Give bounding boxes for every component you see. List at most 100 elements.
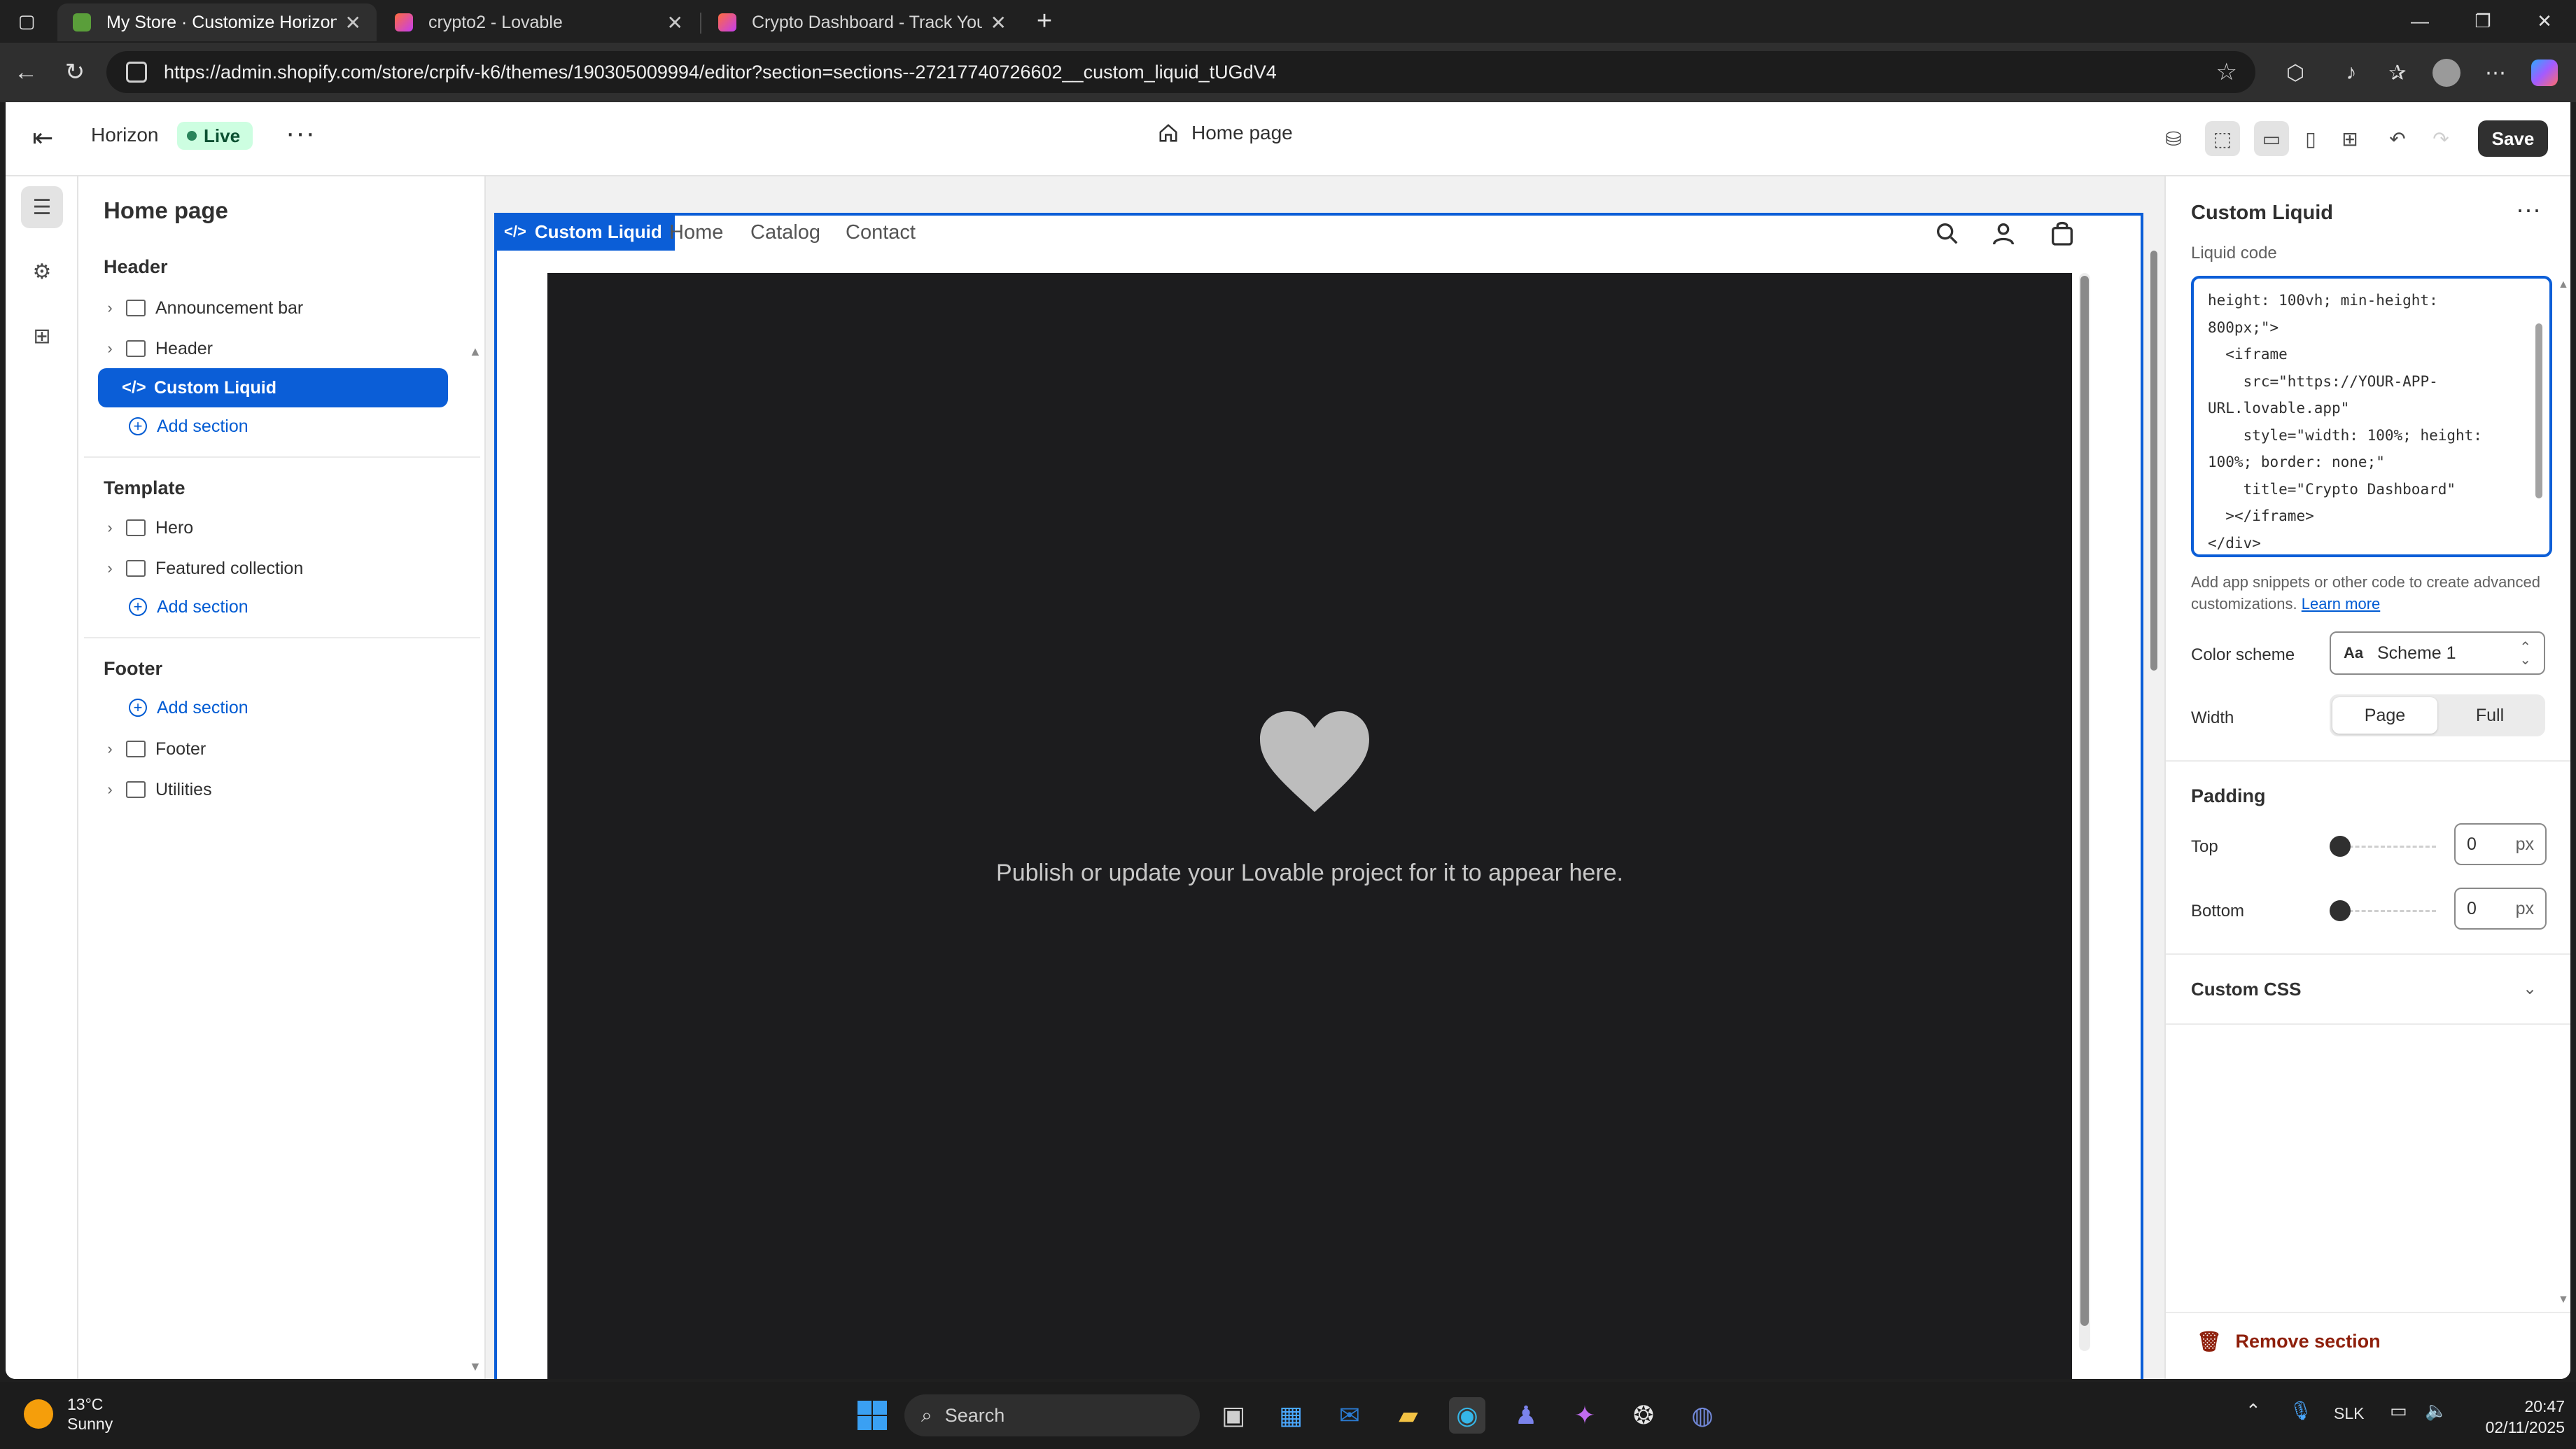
add-section-footer-button[interactable]: + Add section xyxy=(129,690,248,725)
show-hidden-icons[interactable]: ⌃ xyxy=(2246,1400,2261,1422)
language-indicator[interactable]: SLK xyxy=(2334,1404,2364,1423)
chevron-right-icon[interactable]: › xyxy=(98,780,122,799)
mobile-view-icon[interactable]: ▯ xyxy=(2293,121,2328,156)
preview-scrollbar[interactable] xyxy=(2149,197,2157,1378)
fullscreen-icon[interactable]: ⊞ xyxy=(2332,121,2367,156)
tab-lovable[interactable]: crypto2 - Lovable ✕ xyxy=(379,4,699,41)
sidebar-item-announcement-bar[interactable]: › Announcement bar xyxy=(98,288,448,328)
task-view-icon[interactable]: ▣ xyxy=(1215,1397,1252,1434)
address-bar[interactable]: https://admin.shopify.com/store/crpifv-k… xyxy=(106,51,2255,93)
add-section-template-button[interactable]: + Add section xyxy=(129,589,248,624)
remove-section-button[interactable]: 🗑 Remove section xyxy=(2197,1330,2381,1353)
start-button[interactable] xyxy=(854,1397,890,1434)
padding-bottom-input[interactable]: 0 px xyxy=(2454,888,2547,930)
scroll-up-icon[interactable]: ▲ xyxy=(469,344,482,359)
copilot-icon[interactable] xyxy=(2528,57,2561,89)
padding-bottom-slider[interactable] xyxy=(2330,900,2436,921)
chevron-right-icon[interactable]: › xyxy=(98,740,122,758)
scroll-up-icon[interactable]: ▲ xyxy=(2558,279,2569,291)
account-icon[interactable] xyxy=(1989,220,2017,248)
save-button[interactable]: Save xyxy=(2478,120,2548,157)
learn-more-link[interactable]: Learn more xyxy=(2302,595,2381,612)
section-actions-icon[interactable]: ··· xyxy=(2516,195,2541,224)
copilot-app-icon[interactable]: ✦ xyxy=(1567,1397,1603,1434)
weather-widget[interactable]: 13°C Sunny xyxy=(24,1394,113,1434)
volume-icon[interactable]: 🔈 xyxy=(2425,1400,2447,1422)
network-icon[interactable]: ▭ xyxy=(2390,1400,2407,1422)
more-menu-icon[interactable]: ⋯ xyxy=(2479,57,2512,89)
chevron-right-icon[interactable]: › xyxy=(98,559,122,578)
embed-scrollbar[interactable] xyxy=(2079,273,2090,1351)
sidebar-item-utilities[interactable]: › Utilities xyxy=(98,770,448,809)
padding-top-slider[interactable] xyxy=(2330,836,2436,857)
padding-top-input[interactable]: 0 px xyxy=(2454,823,2547,865)
close-window-icon[interactable]: ✕ xyxy=(2513,0,2576,43)
site-info-icon[interactable] xyxy=(126,62,147,83)
store-nav-contact[interactable]: Contact xyxy=(846,216,916,249)
sidebar-item-custom-liquid[interactable]: </> Custom Liquid xyxy=(98,368,448,407)
scroll-down-icon[interactable]: ▼ xyxy=(469,1359,482,1374)
tab-actions-icon[interactable]: ▢ xyxy=(0,0,53,43)
chevron-right-icon[interactable]: › xyxy=(98,519,122,537)
chevron-right-icon[interactable]: › xyxy=(98,340,122,358)
close-tab-icon[interactable]: ✕ xyxy=(990,11,1007,34)
desktop-view-icon[interactable]: ▭ xyxy=(2254,121,2289,156)
inspector-icon[interactable]: ⬚ xyxy=(2205,121,2240,156)
chevron-down-icon[interactable]: ⌄ xyxy=(2523,979,2537,999)
file-explorer-icon[interactable]: ▰ xyxy=(1390,1397,1427,1434)
tab-crypto-dashboard[interactable]: Crypto Dashboard - Track Your Po ✕ xyxy=(703,4,1022,41)
liquid-code-text[interactable]: height: 100vh; min-height: 800px;"> <ifr… xyxy=(2208,287,2530,554)
tab-shopify[interactable]: My Store · Customize Horizon · Sh ✕ xyxy=(57,4,377,41)
scroll-down-icon[interactable]: ▼ xyxy=(2558,1294,2569,1306)
width-option-full[interactable]: Full xyxy=(2437,697,2542,734)
sidebar-item-header[interactable]: › Header xyxy=(98,329,448,368)
edge-browser-icon[interactable]: ◉ xyxy=(1449,1397,1485,1434)
sidekick-icon[interactable]: ⛁ xyxy=(2156,121,2191,156)
width-option-page[interactable]: Page xyxy=(2332,697,2437,734)
theme-actions-icon[interactable]: ··· xyxy=(286,118,316,149)
new-tab-button[interactable]: + xyxy=(1015,0,1074,43)
exit-icon[interactable]: ⇤ xyxy=(32,123,53,153)
selected-section-tag[interactable]: </> Custom Liquid xyxy=(494,213,675,251)
store-nav-home[interactable]: Home xyxy=(669,216,723,249)
custom-css-toggle[interactable]: Custom CSS xyxy=(2191,979,2301,1000)
code-scrollbar[interactable] xyxy=(2534,295,2544,529)
sidebar-item-hero[interactable]: › Hero xyxy=(98,508,448,547)
page-selector[interactable]: Home page xyxy=(1158,122,1293,144)
sidebar-item-featured-collection[interactable]: › Featured collection xyxy=(98,549,448,588)
profile-avatar[interactable] xyxy=(2430,57,2463,89)
back-icon[interactable]: ← xyxy=(8,55,43,90)
reload-icon[interactable]: ↻ xyxy=(57,55,92,90)
favorites-icon[interactable]: ✰ xyxy=(2381,57,2414,89)
add-section-header-button[interactable]: + Add section xyxy=(129,409,248,444)
redo-icon[interactable]: ↷ xyxy=(2423,121,2458,156)
slider-handle[interactable] xyxy=(2330,900,2351,921)
slider-handle[interactable] xyxy=(2330,836,2351,857)
close-tab-icon[interactable]: ✕ xyxy=(667,11,683,34)
discord-app-icon[interactable]: ◍ xyxy=(1684,1397,1721,1434)
restore-icon[interactable]: ❐ xyxy=(2451,0,2514,43)
chevron-right-icon[interactable]: › xyxy=(98,299,122,317)
search-icon[interactable] xyxy=(1933,220,1961,248)
chatgpt-app-icon[interactable]: ❂ xyxy=(1625,1397,1662,1434)
sidebar-item-footer[interactable]: › Footer xyxy=(98,729,448,769)
liquid-code-editor[interactable]: height: 100vh; min-height: 800px;"> <ifr… xyxy=(2191,276,2552,557)
extension-icon[interactable]: ♪ xyxy=(2335,57,2367,89)
close-tab-icon[interactable]: ✕ xyxy=(345,11,361,34)
teams-app-icon[interactable]: ♟ xyxy=(1508,1397,1544,1434)
theme-settings-icon[interactable]: ⚙ xyxy=(21,251,63,293)
outlook-app-icon[interactable]: ✉ xyxy=(1331,1397,1368,1434)
taskbar-search[interactable]: ⌕ Search xyxy=(904,1394,1200,1436)
sections-icon[interactable]: ☰ xyxy=(21,186,63,228)
minimize-icon[interactable]: — xyxy=(2388,0,2451,43)
app-embeds-icon[interactable]: ⊞ xyxy=(21,315,63,357)
cart-icon[interactable] xyxy=(2048,220,2076,248)
clock[interactable]: 20:47 02/11/2025 xyxy=(2460,1396,2565,1438)
color-scheme-select[interactable]: Aa Scheme 1 ⌃ ⌄ xyxy=(2330,631,2545,675)
favorite-star-icon[interactable]: ☆ xyxy=(2216,58,2237,86)
extensions-icon[interactable]: ⬡ xyxy=(2279,57,2311,89)
microphone-icon[interactable]: 🎙 xyxy=(2289,1400,2312,1422)
undo-icon[interactable]: ↶ xyxy=(2380,121,2415,156)
store-app-icon[interactable]: ▦ xyxy=(1273,1397,1309,1434)
store-nav-catalog[interactable]: Catalog xyxy=(750,216,820,249)
